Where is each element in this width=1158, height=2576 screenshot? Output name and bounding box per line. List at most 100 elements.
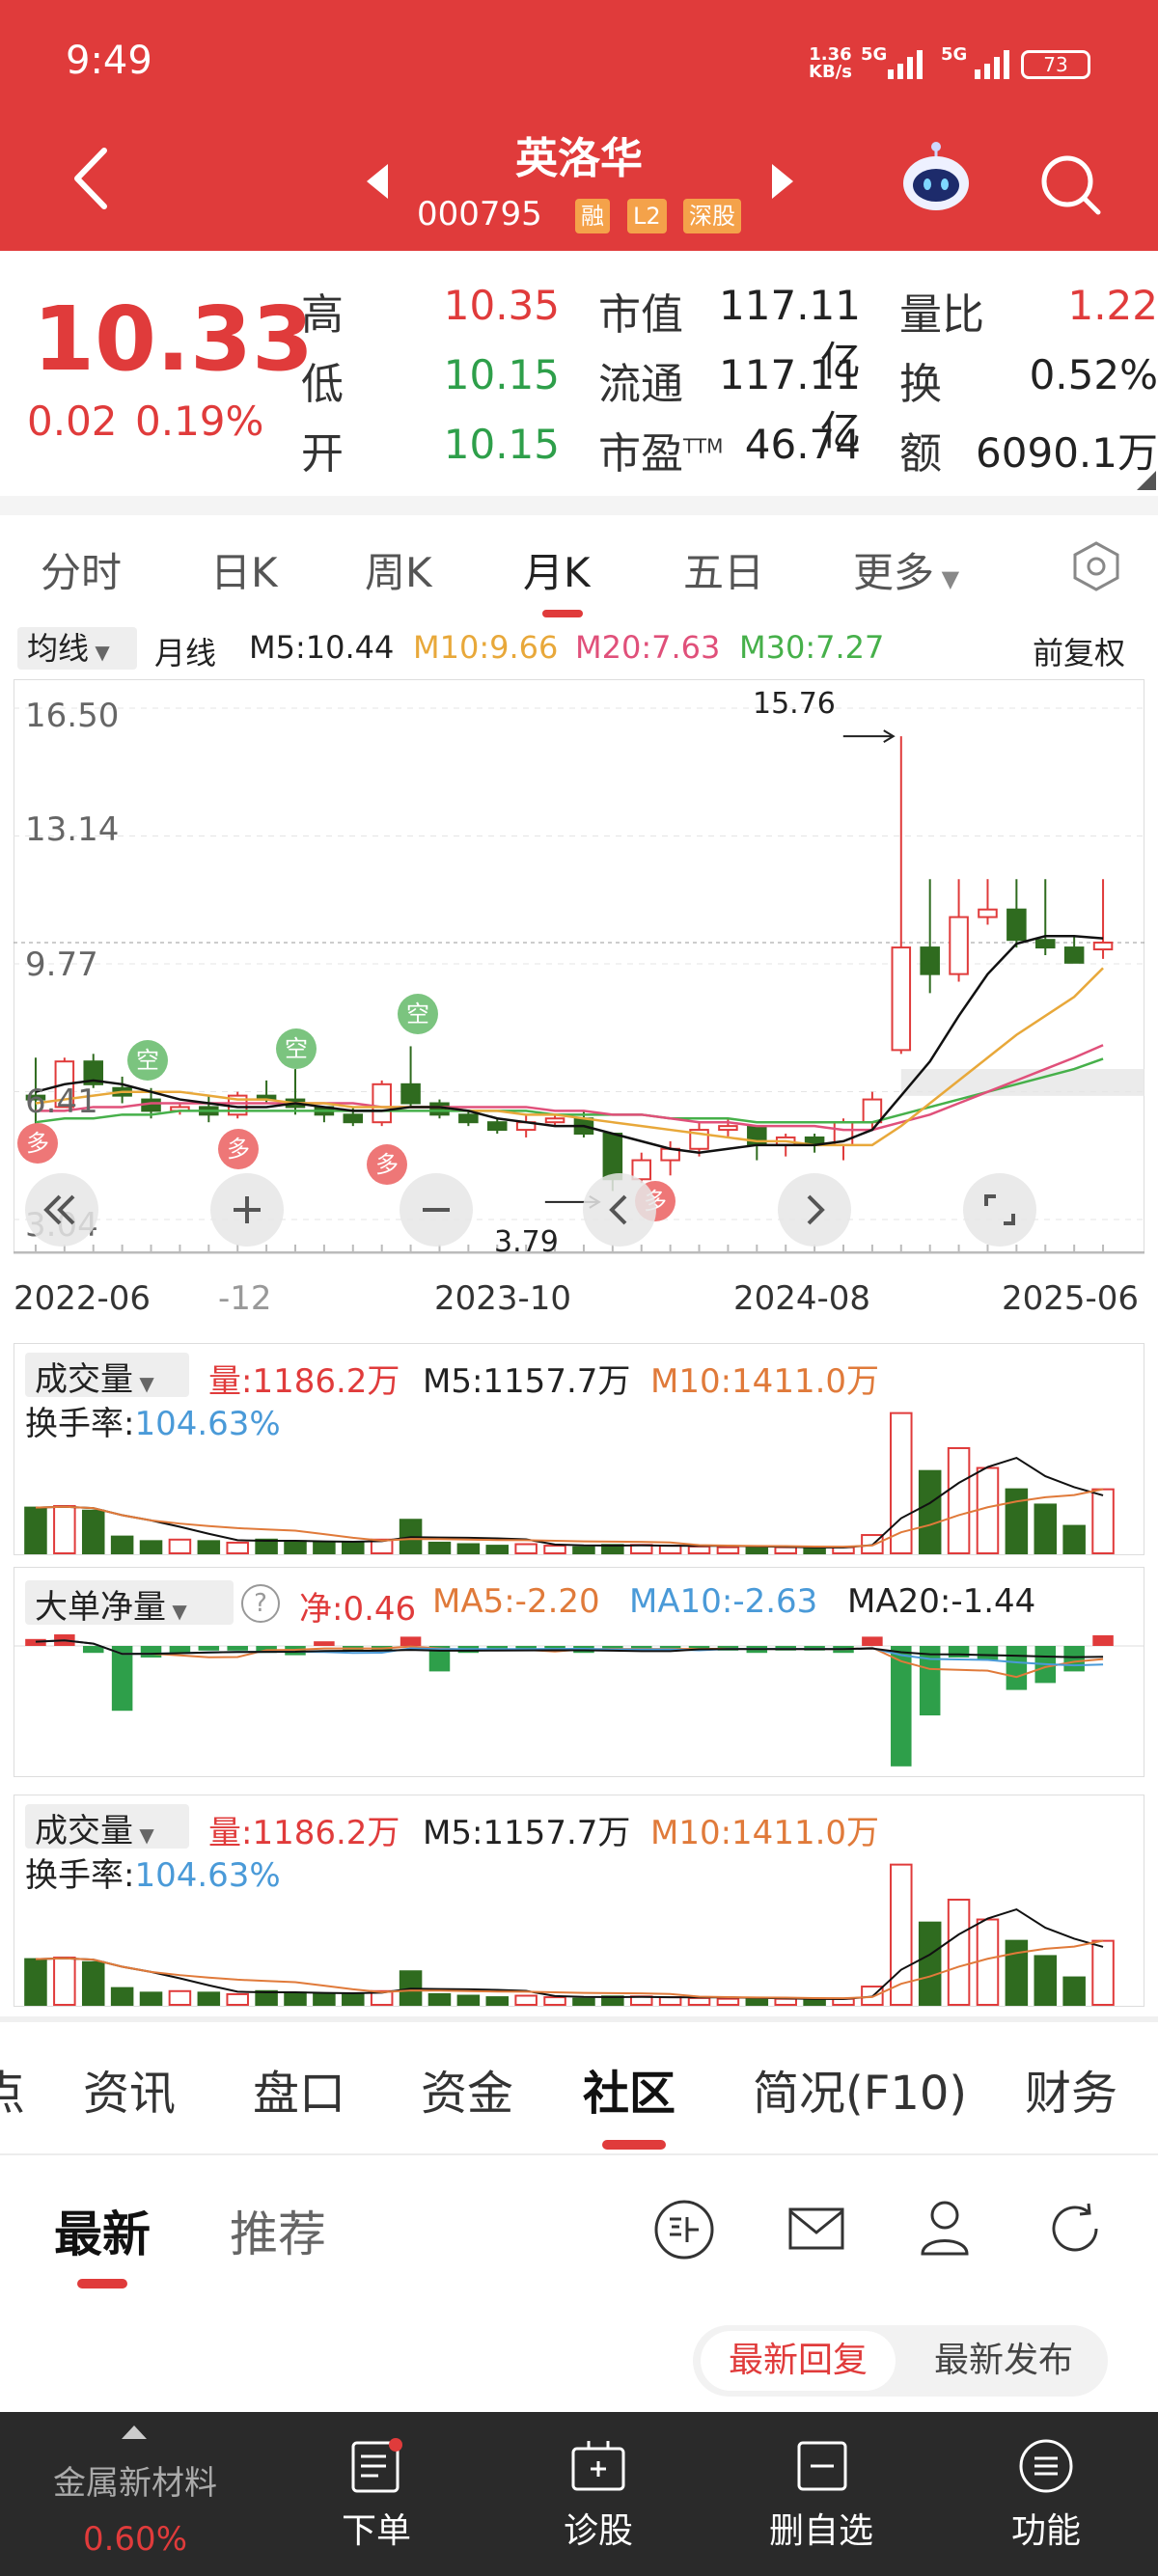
prev-stock-icon[interactable]: [365, 162, 390, 201]
volume-bar: [197, 1991, 221, 2007]
y-tick: 6.41: [25, 1082, 98, 1121]
flow-bar: [400, 1636, 422, 1646]
expand-corner-icon[interactable]: [1137, 471, 1156, 490]
order-button[interactable]: 下单: [318, 2503, 434, 2553]
tab-active-indicator: [602, 2140, 666, 2150]
tab-partial[interactable]: 点: [0, 2055, 25, 2123]
indicator-select[interactable]: 均线 ▼: [17, 627, 137, 670]
volume-bar: [658, 1545, 682, 1555]
refresh-icon[interactable]: [1046, 2200, 1104, 2258]
tab-weekly-k[interactable]: 周K: [365, 540, 432, 599]
zoom-in-button[interactable]: [210, 1173, 284, 1247]
flow-bar: [977, 1646, 999, 1660]
tab-order-book[interactable]: 盘口: [253, 2055, 345, 2123]
marker-long[interactable]: 多: [17, 1123, 58, 1164]
tab-monthly-k[interactable]: 月K: [523, 540, 591, 599]
diagnose-button[interactable]: 诊股: [540, 2503, 656, 2553]
marker-short[interactable]: 空: [127, 1040, 168, 1081]
sector-name[interactable]: 金属新材料: [29, 2456, 241, 2504]
settings-icon[interactable]: [1071, 540, 1121, 592]
caret-up-icon[interactable]: [120, 2424, 149, 2441]
volume-bar: [139, 1991, 163, 2007]
order-icon[interactable]: [347, 2437, 405, 2495]
tab-profile-f10[interactable]: 简况(F10): [753, 2055, 967, 2123]
function-button[interactable]: 功能: [988, 2503, 1104, 2553]
sort-latest-reply[interactable]: 最新回复: [701, 2331, 896, 2391]
caret-down-icon: ▼: [934, 565, 960, 592]
candle-body: [544, 1117, 565, 1124]
label-low: 低: [301, 360, 344, 409]
flow-bar: [140, 1646, 162, 1658]
stock-name: 英洛华: [515, 134, 643, 183]
status-net-speed: 1.36 KB/s: [809, 46, 852, 81]
marker-long[interactable]: 多: [218, 1129, 259, 1169]
tab-finance[interactable]: 财务: [1025, 2055, 1117, 2123]
volume-ma10-line: [35, 1939, 1104, 2000]
volume-bar: [139, 1540, 163, 1555]
back-icon[interactable]: [68, 145, 116, 212]
search-icon[interactable]: [1038, 152, 1102, 216]
high-annotation: 15.76: [753, 687, 836, 721]
volume-bar: [1062, 1976, 1086, 2006]
label-pe-text: 市盈: [598, 429, 683, 479]
battery-icon: 73: [1021, 50, 1090, 79]
section-divider: [0, 2016, 1158, 2022]
plus-icon: [234, 1196, 261, 1223]
remove-watchlist-icon[interactable]: [793, 2437, 851, 2495]
label-amount: 额: [899, 429, 942, 479]
marker-short[interactable]: 空: [276, 1028, 317, 1069]
volume-bar: [514, 1994, 538, 2007]
status-time: 9:49: [66, 39, 152, 83]
tab-news[interactable]: 资讯: [83, 2055, 176, 2123]
volume-chart: [24, 1863, 1115, 2007]
tag-margin: 融: [575, 199, 610, 233]
candle-body: [1006, 908, 1027, 942]
next-stock-icon[interactable]: [770, 162, 795, 201]
mail-icon[interactable]: [787, 2204, 845, 2254]
scroll-left-button[interactable]: [583, 1173, 656, 1247]
big-order-chart: [14, 1634, 1144, 1767]
zoom-out-button[interactable]: [400, 1173, 473, 1247]
candle-body: [891, 946, 912, 1052]
subtab-recommended[interactable]: 推荐: [230, 2196, 326, 2265]
candle-body: [920, 946, 940, 975]
tab-capital[interactable]: 资金: [421, 2055, 513, 2123]
candle-body: [486, 1121, 508, 1132]
value-open: 10.15: [443, 421, 560, 468]
volume-bar: [53, 1957, 76, 2007]
subtab-active-indicator: [77, 2279, 127, 2288]
user-icon[interactable]: [919, 2198, 971, 2258]
diagnose-icon[interactable]: [569, 2437, 627, 2495]
tab-five-day[interactable]: 五日: [683, 540, 764, 599]
adjust-mode[interactable]: 前复权: [1033, 629, 1125, 673]
sort-latest-post[interactable]: 最新发布: [907, 2331, 1100, 2391]
volume-bar: [168, 1989, 192, 2006]
volume-bar: [543, 1545, 566, 1555]
stock-code: 000795: [417, 195, 542, 233]
tab-community[interactable]: 社区: [583, 2055, 676, 2123]
volume-bar: [313, 1992, 336, 2007]
volume-bar: [1091, 1939, 1115, 2006]
scroll-start-button[interactable]: [25, 1173, 98, 1247]
volume-bar: [572, 1546, 595, 1554]
tab-intraday[interactable]: 分时: [41, 540, 122, 599]
volume-bar: [774, 1997, 797, 2006]
candle-body: [862, 1098, 883, 1124]
tab-more[interactable]: 更多 ▼: [853, 540, 959, 599]
volume-bar: [485, 1996, 510, 2007]
kline-chart[interactable]: [14, 679, 1144, 1254]
candle-body: [949, 916, 969, 975]
menu-icon[interactable]: [1017, 2437, 1075, 2495]
flow-bar: [948, 1646, 970, 1658]
volume-bar: [168, 1538, 192, 1554]
robot-assistant-icon[interactable]: [897, 141, 975, 218]
post-icon[interactable]: [652, 2198, 716, 2261]
marker-short[interactable]: 空: [398, 994, 438, 1034]
subtab-latest[interactable]: 最新: [54, 2196, 151, 2265]
remove-watchlist-button[interactable]: 删自选: [749, 2503, 894, 2553]
x-tick: 2024-08: [733, 1279, 871, 1318]
scroll-right-button[interactable]: [778, 1173, 851, 1247]
tab-daily-k[interactable]: 日K: [210, 540, 278, 599]
volume-bar: [342, 1992, 365, 2007]
fullscreen-button[interactable]: [963, 1173, 1036, 1247]
